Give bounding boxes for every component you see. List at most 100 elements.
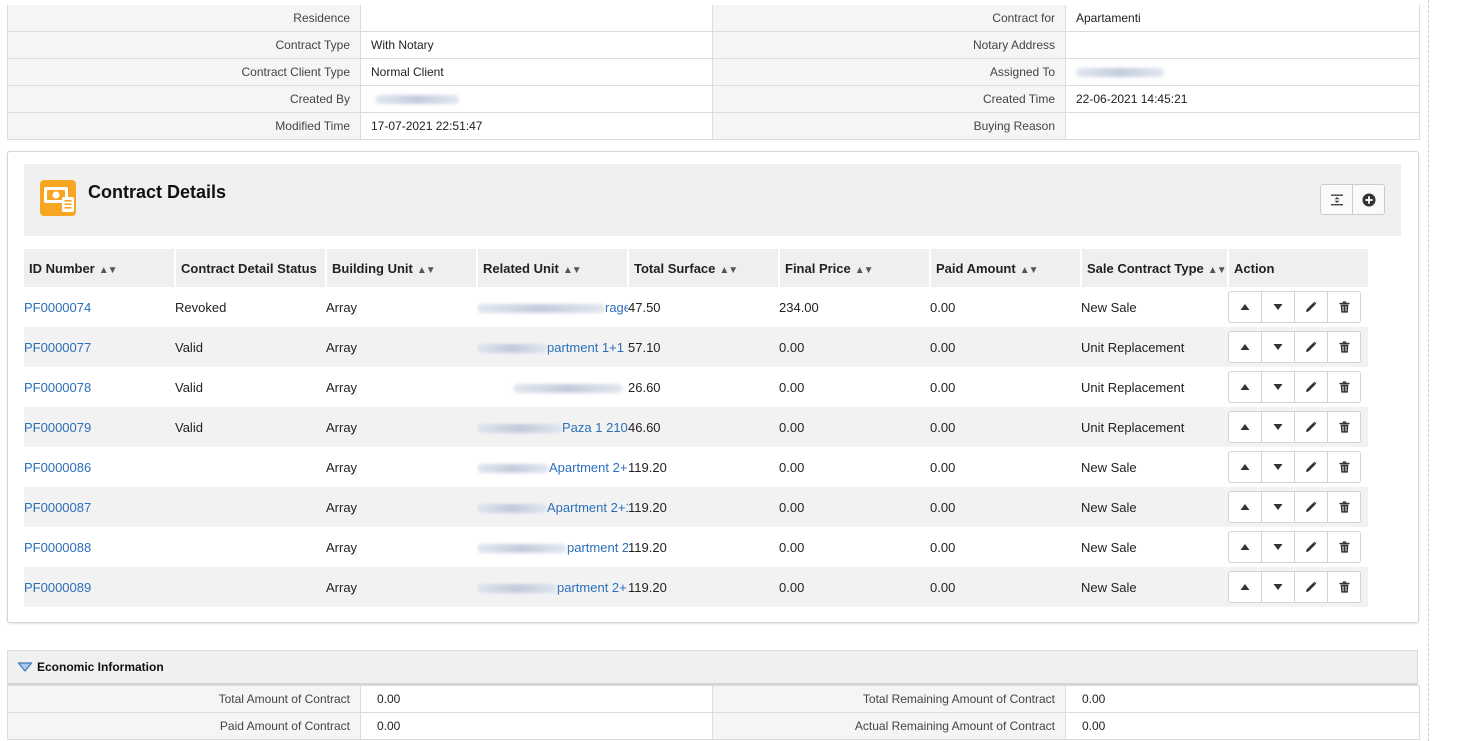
redacted-assignee bbox=[1076, 67, 1164, 77]
sort-icon[interactable]: ▲▼ bbox=[99, 265, 118, 276]
move-down-button[interactable] bbox=[1261, 412, 1294, 442]
move-down-button[interactable] bbox=[1261, 452, 1294, 482]
col-sale-contract-type[interactable]: Sale Contract Type ▲▼ bbox=[1080, 249, 1228, 287]
economic-information-header[interactable]: Economic Information bbox=[7, 650, 1418, 686]
move-up-button[interactable] bbox=[1229, 332, 1261, 362]
row-action-group bbox=[1228, 291, 1361, 323]
paid-amount-cell: 0.00 bbox=[930, 299, 956, 315]
move-up-button[interactable] bbox=[1229, 452, 1261, 482]
collapse-expand-button[interactable] bbox=[1321, 185, 1352, 214]
buying-reason-value[interactable] bbox=[1066, 113, 1418, 139]
id-number-link[interactable]: PF0000089 bbox=[24, 580, 91, 595]
sort-icon[interactable]: ▲▼ bbox=[417, 265, 436, 276]
related-unit-link[interactable]: Paza 1 210( bbox=[562, 420, 628, 435]
contract-details-header: Contract Details bbox=[24, 164, 1401, 236]
final-price-cell: 0.00 bbox=[779, 379, 805, 395]
sort-icon[interactable]: ▲▼ bbox=[563, 265, 582, 276]
edit-button[interactable] bbox=[1294, 412, 1327, 442]
assigned-to-value[interactable] bbox=[1066, 59, 1418, 85]
triangle-up-icon bbox=[1240, 304, 1250, 310]
status-cell: Valid bbox=[175, 379, 203, 395]
final-price-cell: 0.00 bbox=[779, 539, 805, 555]
final-price-cell: 0.00 bbox=[779, 567, 930, 607]
edit-button[interactable] bbox=[1294, 292, 1327, 322]
triangle-up-icon bbox=[1240, 544, 1250, 550]
delete-button[interactable] bbox=[1327, 372, 1360, 402]
col-total-surface[interactable]: Total Surface ▲▼ bbox=[627, 249, 779, 287]
delete-button[interactable] bbox=[1327, 492, 1360, 522]
contract-details-title: Contract Details bbox=[88, 182, 227, 202]
table-row: PF0000077 Valid Array partment 1+1 57.10 0.00… bbox=[24, 327, 1368, 367]
sale-contract-type-cell: Unit Replacement bbox=[1081, 327, 1228, 367]
related-unit-link[interactable]: Apartment 2+1 bbox=[549, 460, 628, 475]
delete-button[interactable] bbox=[1327, 292, 1360, 322]
id-number-link[interactable]: PF0000086 bbox=[24, 460, 91, 475]
sale-contract-type-cell: New Sale bbox=[1081, 567, 1228, 607]
delete-button[interactable] bbox=[1327, 412, 1360, 442]
contract-type-value[interactable]: With Notary bbox=[361, 32, 713, 58]
id-number-link[interactable]: PF0000078 bbox=[24, 380, 91, 395]
sort-icon[interactable]: ▲▼ bbox=[1020, 265, 1039, 276]
related-unit-link[interactable]: Apartment 2+1 bbox=[547, 500, 628, 515]
move-down-button[interactable] bbox=[1261, 332, 1294, 362]
id-number-link[interactable]: PF0000077 bbox=[24, 340, 91, 355]
row-action-group bbox=[1228, 331, 1361, 363]
edit-button[interactable] bbox=[1294, 372, 1327, 402]
residence-value[interactable] bbox=[361, 5, 713, 31]
id-number-link[interactable]: PF0000087 bbox=[24, 500, 91, 515]
contract-for-label: Contract for bbox=[713, 5, 1066, 31]
created-by-value[interactable] bbox=[361, 86, 713, 112]
move-up-button[interactable] bbox=[1229, 412, 1261, 442]
edit-button[interactable] bbox=[1294, 492, 1327, 522]
col-related-unit[interactable]: Related Unit ▲▼ bbox=[476, 249, 628, 287]
move-down-button[interactable] bbox=[1261, 372, 1294, 402]
redacted-related-unit bbox=[477, 543, 567, 553]
sort-icon[interactable]: ▲▼ bbox=[719, 265, 738, 276]
col-final-price[interactable]: Final Price ▲▼ bbox=[778, 249, 930, 287]
move-down-button[interactable] bbox=[1261, 292, 1294, 322]
sale-contract-type-cell: Unit Replacement bbox=[1081, 379, 1185, 395]
move-down-button[interactable] bbox=[1261, 532, 1294, 562]
col-id-number[interactable]: ID Number ▲▼ bbox=[24, 249, 175, 287]
delete-button[interactable] bbox=[1327, 572, 1360, 602]
related-unit-link[interactable]: partment 2+1 bbox=[567, 540, 628, 555]
related-unit-link[interactable]: partment 2+1 bbox=[557, 580, 628, 595]
move-up-button[interactable] bbox=[1229, 492, 1261, 522]
move-up-button[interactable] bbox=[1229, 572, 1261, 602]
notary-address-value[interactable] bbox=[1066, 32, 1418, 58]
status-cell: Valid bbox=[175, 407, 326, 447]
related-unit-link[interactable]: rage bbox=[605, 300, 628, 315]
edit-button[interactable] bbox=[1294, 572, 1327, 602]
collapse-triangle-icon[interactable] bbox=[17, 661, 33, 673]
final-price-cell: 234.00 bbox=[779, 299, 819, 315]
contract-money-icon bbox=[40, 180, 76, 216]
id-number-link[interactable]: PF0000088 bbox=[24, 540, 91, 555]
edit-button[interactable] bbox=[1294, 332, 1327, 362]
table-row: PF0000086 Array Apartment 2+1 119.20 0.00 0.0… bbox=[24, 447, 1368, 487]
move-up-button[interactable] bbox=[1229, 372, 1261, 402]
edit-button[interactable] bbox=[1294, 452, 1327, 482]
contract-for-value[interactable]: Apartamenti bbox=[1066, 5, 1418, 31]
delete-button[interactable] bbox=[1327, 452, 1360, 482]
id-number-link[interactable]: PF0000074 bbox=[24, 300, 91, 315]
paid-amount-label: Paid Amount of Contract bbox=[8, 713, 361, 739]
related-unit-link[interactable]: partment 1+1 bbox=[547, 340, 624, 355]
delete-button[interactable] bbox=[1327, 332, 1360, 362]
move-down-button[interactable] bbox=[1261, 492, 1294, 522]
sale-contract-type-cell: New Sale bbox=[1081, 299, 1137, 315]
status-cell bbox=[175, 567, 326, 607]
edit-button[interactable] bbox=[1294, 532, 1327, 562]
created-time-label: Created Time bbox=[713, 86, 1066, 112]
redacted-related-unit bbox=[513, 383, 623, 393]
delete-button[interactable] bbox=[1327, 532, 1360, 562]
move-up-button[interactable] bbox=[1229, 292, 1261, 322]
id-number-link[interactable]: PF0000079 bbox=[24, 420, 91, 435]
sort-icon[interactable]: ▲▼ bbox=[1208, 265, 1227, 276]
col-building-unit[interactable]: Building Unit ▲▼ bbox=[325, 249, 477, 287]
move-down-button[interactable] bbox=[1261, 572, 1294, 602]
add-button[interactable] bbox=[1352, 185, 1384, 214]
col-paid-amount[interactable]: Paid Amount ▲▼ bbox=[929, 249, 1081, 287]
sort-icon[interactable]: ▲▼ bbox=[855, 265, 874, 276]
contract-client-type-value[interactable]: Normal Client bbox=[361, 59, 713, 85]
move-up-button[interactable] bbox=[1229, 532, 1261, 562]
